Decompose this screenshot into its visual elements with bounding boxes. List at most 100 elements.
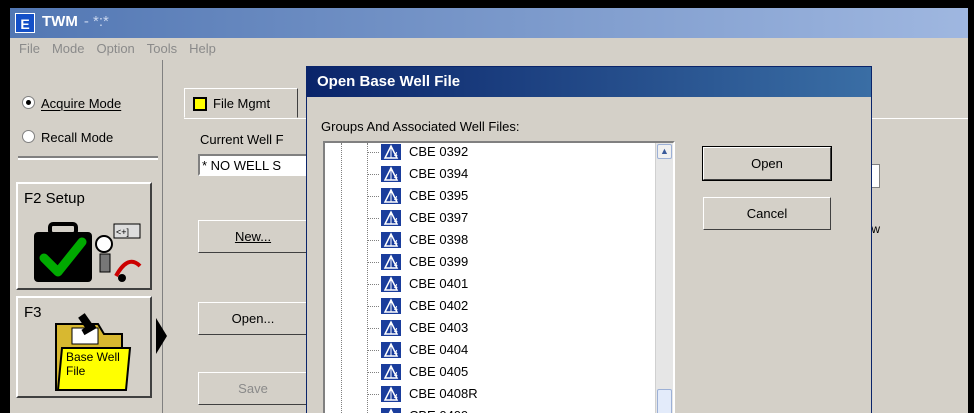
svg-text:4: 4: [394, 372, 398, 379]
tree-item[interactable]: 4 CBE 0394: [367, 163, 657, 185]
groups-label: Groups And Associated Well Files:: [321, 119, 520, 134]
tree-branch: [367, 372, 379, 373]
f3-folder-label: Base Well File: [66, 350, 120, 378]
tree-item-label: CBE 0395: [409, 188, 469, 203]
open-button[interactable]: Open...: [198, 302, 308, 335]
svg-text:4: 4: [394, 218, 398, 225]
f3-label: F3: [24, 304, 42, 321]
svg-text:4: 4: [394, 394, 398, 401]
app-name: TWM: [42, 13, 78, 30]
tree-item[interactable]: 4 CBE 0404: [367, 339, 657, 361]
well-file-tree[interactable]: 4 CBE 0392 4 CBE 0394 4 CBE 0395 4 CBE 0397 4 CBE…: [323, 141, 675, 413]
menu-bar: File Mode Option Tools Help: [10, 38, 968, 60]
menu-tools[interactable]: Tools: [144, 38, 180, 59]
dialog-title: Open Base Well File: [317, 73, 461, 90]
app-window: E TWM - *:* File Mode Option Tools Help Acqui…: [10, 8, 968, 413]
tree-item[interactable]: 4 CBE 0401: [367, 273, 657, 295]
tree-item-label: CBE 0397: [409, 210, 469, 225]
f3-base-well-file-button[interactable]: F3 Base Well File: [16, 296, 152, 398]
radio-selected-icon: [22, 96, 35, 109]
dialog-cancel-label: Cancel: [746, 206, 788, 221]
tree-item-label: CBE 0405: [409, 364, 469, 379]
tree-branch: [367, 196, 379, 197]
save-button[interactable]: Save: [198, 372, 308, 405]
new-button-label: New...: [234, 229, 272, 244]
svg-text:4: 4: [394, 152, 398, 159]
tree-item-label: CBE 0403: [409, 320, 469, 335]
tree-item[interactable]: 4 CBE 0397: [367, 207, 657, 229]
acquire-mode-radio[interactable]: Acquire Mode: [22, 96, 121, 111]
svg-text:4: 4: [394, 262, 398, 269]
f2-setup-label: F2 Setup: [24, 190, 85, 207]
dialog-cancel-button[interactable]: Cancel: [703, 197, 831, 230]
tree-line: [341, 143, 342, 413]
menu-help[interactable]: Help: [186, 38, 219, 59]
dialog-title-bar: Open Base Well File: [307, 67, 871, 97]
tree-branch: [367, 262, 379, 263]
svg-text:4: 4: [394, 328, 398, 335]
menu-mode[interactable]: Mode: [49, 38, 88, 59]
tree-branch: [367, 328, 379, 329]
menu-option[interactable]: Option: [93, 38, 137, 59]
tree-item-label: CBE 0404: [409, 342, 469, 357]
scroll-thumb[interactable]: [657, 389, 672, 413]
svg-text:4: 4: [394, 350, 398, 357]
tree-item[interactable]: 4CBE 0409: [367, 405, 657, 413]
tree-item-label: CBE 0401: [409, 276, 469, 291]
dialog-open-button[interactable]: Open: [702, 146, 832, 181]
radio-unselected-icon: [22, 130, 35, 143]
tree-branch: [367, 350, 379, 351]
tree-item-label: CBE 0399: [409, 254, 469, 269]
recall-mode-label: Recall Mode: [41, 130, 114, 145]
tree-item[interactable]: 4 CBE 0392: [367, 143, 657, 163]
open-base-well-file-dialog: Open Base Well File Groups And Associate…: [306, 66, 872, 413]
svg-text:4: 4: [394, 306, 398, 313]
tree-item-label: CBE 0394: [409, 166, 469, 181]
save-button-label: Save: [238, 381, 268, 396]
f2-setup-button[interactable]: F2 Setup <+]: [16, 182, 152, 290]
separator: [18, 156, 158, 160]
tree-branch: [367, 240, 379, 241]
app-icon[interactable]: E: [15, 13, 35, 33]
tree-item[interactable]: 4 CBE 0402: [367, 295, 657, 317]
svg-text:4: 4: [394, 240, 398, 247]
tree-item-label: CBE 0408R: [409, 386, 478, 401]
tree-branch: [367, 284, 379, 285]
tree-branch: [367, 306, 379, 307]
tree-item[interactable]: 4 CBE 0395: [367, 185, 657, 207]
tree-branch: [367, 174, 379, 175]
tree-item[interactable]: 4 CBE 0403: [367, 317, 657, 339]
svg-text:4: 4: [394, 284, 398, 291]
tab-file-mgmt-label: File Mgmt: [213, 96, 271, 111]
tree-scrollbar[interactable]: ▲: [655, 143, 673, 413]
tree-item[interactable]: 4 CBE 0405: [367, 361, 657, 383]
app-title: TWM - *:*: [42, 13, 109, 30]
tree-item-label: CBE 0402: [409, 298, 469, 313]
tree-item[interactable]: 4 CBE 0399: [367, 251, 657, 273]
recall-mode-radio[interactable]: Recall Mode: [22, 130, 113, 145]
svg-text:4: 4: [394, 174, 398, 181]
current-well-label: Current Well F: [200, 132, 284, 147]
tab-indicator-icon: [193, 97, 207, 111]
tree-item[interactable]: 4 CBE 0408R: [367, 383, 657, 405]
tab-file-mgmt[interactable]: File Mgmt: [184, 88, 298, 118]
dialog-open-label: Open: [751, 156, 783, 171]
tree-item-label: CBE 0392: [409, 144, 469, 159]
setup-toolbox-icon: <+]: [34, 222, 142, 282]
menu-file[interactable]: File: [16, 38, 43, 59]
svg-text:<+]: <+]: [116, 227, 129, 237]
acquire-mode-label: Acquire Mode: [41, 96, 122, 111]
tree-item-label: CBE 0409: [409, 408, 468, 413]
title-bar: E TWM - *:*: [10, 8, 968, 38]
scroll-up-icon[interactable]: ▲: [657, 144, 672, 159]
tree-branch: [367, 394, 379, 395]
tree-item-label: CBE 0398: [409, 232, 469, 247]
title-suffix: - *:*: [83, 13, 109, 30]
selected-arrow-icon: [156, 318, 167, 354]
tree-item[interactable]: 4 CBE 0398: [367, 229, 657, 251]
tree-branch: [367, 218, 379, 219]
current-well-field: * NO WELL S: [198, 154, 308, 176]
open-button-label: Open...: [231, 311, 275, 326]
new-button[interactable]: New...: [198, 220, 308, 253]
svg-text:4: 4: [394, 196, 398, 203]
